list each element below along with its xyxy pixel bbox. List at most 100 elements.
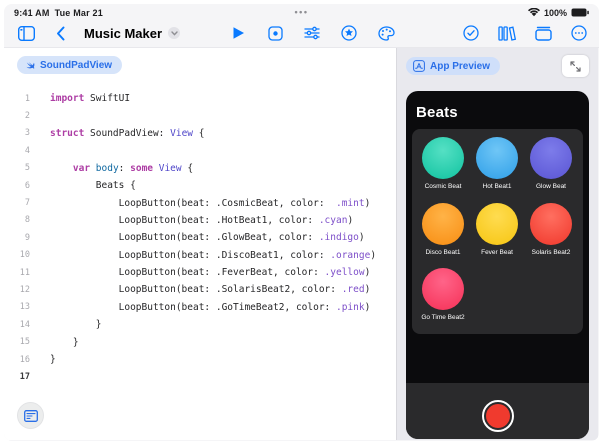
beat-label: Fever Beat <box>481 249 513 256</box>
beat-label: Disco Beat1 <box>425 249 460 256</box>
library-books-button[interactable] <box>497 23 517 43</box>
record-preview-button[interactable] <box>265 23 285 43</box>
line-number: 3 <box>4 128 30 138</box>
code-text: var body: some View { <box>50 163 193 174</box>
beat-button[interactable] <box>422 203 464 245</box>
status-date: Tue Mar 21 <box>55 8 103 18</box>
back-button[interactable] <box>50 23 70 43</box>
more-ellipsis-button[interactable] <box>569 23 589 43</box>
sidebar-toggle-button[interactable] <box>16 23 36 43</box>
code-line[interactable]: 2 <box>4 107 396 124</box>
code-line[interactable]: 12 LoopButton(beat: .SolarisBeat2, color… <box>4 281 396 298</box>
beat-label: Go Time Beat2 <box>421 314 464 321</box>
beat-cell: Cosmic Beat <box>416 137 470 202</box>
check-tasks-button[interactable] <box>461 23 481 43</box>
code-line[interactable]: 3 struct SoundPadView: View { <box>4 125 396 142</box>
toolbar: Music Maker <box>4 19 599 48</box>
settings-sliders-button[interactable] <box>302 23 322 43</box>
line-number: 5 <box>4 163 30 173</box>
beat-cell: Fever Beat <box>470 203 524 268</box>
beat-button[interactable] <box>476 137 518 179</box>
line-number: 7 <box>4 198 30 208</box>
beat-label: Glow Beat <box>536 183 566 190</box>
snippets-keyboard-button[interactable] <box>17 402 44 429</box>
document-title-menu[interactable]: Music Maker <box>84 26 180 41</box>
beat-cell: Hot Beat1 <box>470 137 524 202</box>
projects-tray-button[interactable] <box>533 23 553 43</box>
line-number: 2 <box>4 111 30 121</box>
file-tab-soundpadview[interactable]: SoundPadView <box>17 56 122 74</box>
palette-button[interactable] <box>376 23 396 43</box>
line-number: 15 <box>4 337 30 347</box>
line-number: 9 <box>4 233 30 243</box>
battery-percent: 100% <box>544 8 567 18</box>
beat-button[interactable] <box>476 203 518 245</box>
code-text: Beats { <box>50 180 136 191</box>
line-number: 6 <box>4 181 30 191</box>
app-store-icon <box>413 60 425 72</box>
code-block[interactable]: 1 import SwiftUI 2 3 struct SoundPadView: Vi… <box>4 90 396 386</box>
code-line[interactable]: 11 LoopButton(beat: .FeverBeat, color: .… <box>4 264 396 281</box>
code-text: import SwiftUI <box>50 93 130 104</box>
code-text: LoopButton(beat: .CosmicBeat, color: .mi… <box>50 198 370 209</box>
phone-preview: Beats Cosmic BeatHot Beat1Glow BeatDisco… <box>406 91 589 439</box>
beats-panel: Cosmic Beat Hot Beat1 Glow Beat Disco Beat1… <box>412 129 583 334</box>
title-chevron-down-icon <box>168 27 180 39</box>
run-play-button[interactable] <box>228 23 248 43</box>
code-line[interactable]: 8 LoopButton(beat: .HotBeat1, color: .cy… <box>4 212 396 229</box>
line-number: 10 <box>4 250 30 260</box>
expand-preview-button[interactable] <box>562 55 589 77</box>
line-number: 17 <box>4 372 30 382</box>
playgrounds-window: 9:41 AMTue Mar 21 ••• 100% Music Maker <box>4 4 599 441</box>
code-text: } <box>50 337 79 348</box>
app-preview-pill[interactable]: App Preview <box>406 57 500 75</box>
code-text: } <box>50 354 56 365</box>
beat-cell: Disco Beat1 <box>416 203 470 268</box>
beat-cell: Go Time Beat2 <box>416 268 470 333</box>
battery-icon <box>571 8 589 17</box>
beat-button[interactable] <box>530 203 572 245</box>
status-time: 9:41 AM <box>14 8 50 18</box>
app-preview-label: App Preview <box>430 61 490 72</box>
status-time-date: 9:41 AM Tue Mar 21 <box>14 8 103 18</box>
beat-button[interactable] <box>422 137 464 179</box>
code-text: LoopButton(beat: .HotBeat1, color: .cyan… <box>50 215 353 226</box>
wifi-icon <box>528 8 540 17</box>
code-line[interactable]: 13 LoopButton(beat: .GoTimeBeat2, color:… <box>4 299 396 316</box>
code-line[interactable]: 7 LoopButton(beat: .CosmicBeat, color: .… <box>4 194 396 211</box>
beat-label: Hot Beat1 <box>483 183 512 190</box>
status-bar: 9:41 AMTue Mar 21 ••• 100% <box>4 4 599 19</box>
code-text: LoopButton(beat: .DiscoBeat1, color: .or… <box>50 250 376 261</box>
file-tab-label: SoundPadView <box>40 60 112 71</box>
code-line[interactable]: 15 } <box>4 333 396 350</box>
code-line[interactable]: 1 import SwiftUI <box>4 90 396 107</box>
code-text: LoopButton(beat: .GoTimeBeat2, color: .p… <box>50 302 370 313</box>
code-line[interactable]: 5 var body: some View { <box>4 160 396 177</box>
beat-button[interactable] <box>422 268 464 310</box>
code-text: LoopButton(beat: .GlowBeat, color: .indi… <box>50 232 365 243</box>
page-title: Music Maker <box>84 26 162 41</box>
code-line[interactable]: 17 <box>4 368 396 385</box>
code-line[interactable]: 9 LoopButton(beat: .GlowBeat, color: .in… <box>4 229 396 246</box>
swift-icon <box>24 59 36 71</box>
record-button[interactable] <box>482 400 514 432</box>
code-text: LoopButton(beat: .FeverBeat, color: .yel… <box>50 267 370 278</box>
code-line[interactable]: 16} <box>4 351 396 368</box>
guide-star-button[interactable] <box>339 23 359 43</box>
line-number: 4 <box>4 146 30 156</box>
line-number: 1 <box>4 94 30 104</box>
line-number: 12 <box>4 285 30 295</box>
code-line[interactable]: 4 <box>4 142 396 159</box>
code-text: } <box>50 319 101 330</box>
code-editor-pane[interactable]: SoundPadView 1 import SwiftUI 2 3 struct Sou… <box>4 48 397 440</box>
record-bar <box>406 383 589 439</box>
line-number: 13 <box>4 302 30 312</box>
code-text: struct SoundPadView: View { <box>50 128 204 139</box>
code-line[interactable]: 6 Beats { <box>4 177 396 194</box>
code-line[interactable]: 14 } <box>4 316 396 333</box>
line-number: 14 <box>4 320 30 330</box>
beat-label: Cosmic Beat <box>425 183 462 190</box>
code-line[interactable]: 10 LoopButton(beat: .DiscoBeat1, color: … <box>4 247 396 264</box>
beat-button[interactable] <box>530 137 572 179</box>
line-number: 8 <box>4 215 30 225</box>
